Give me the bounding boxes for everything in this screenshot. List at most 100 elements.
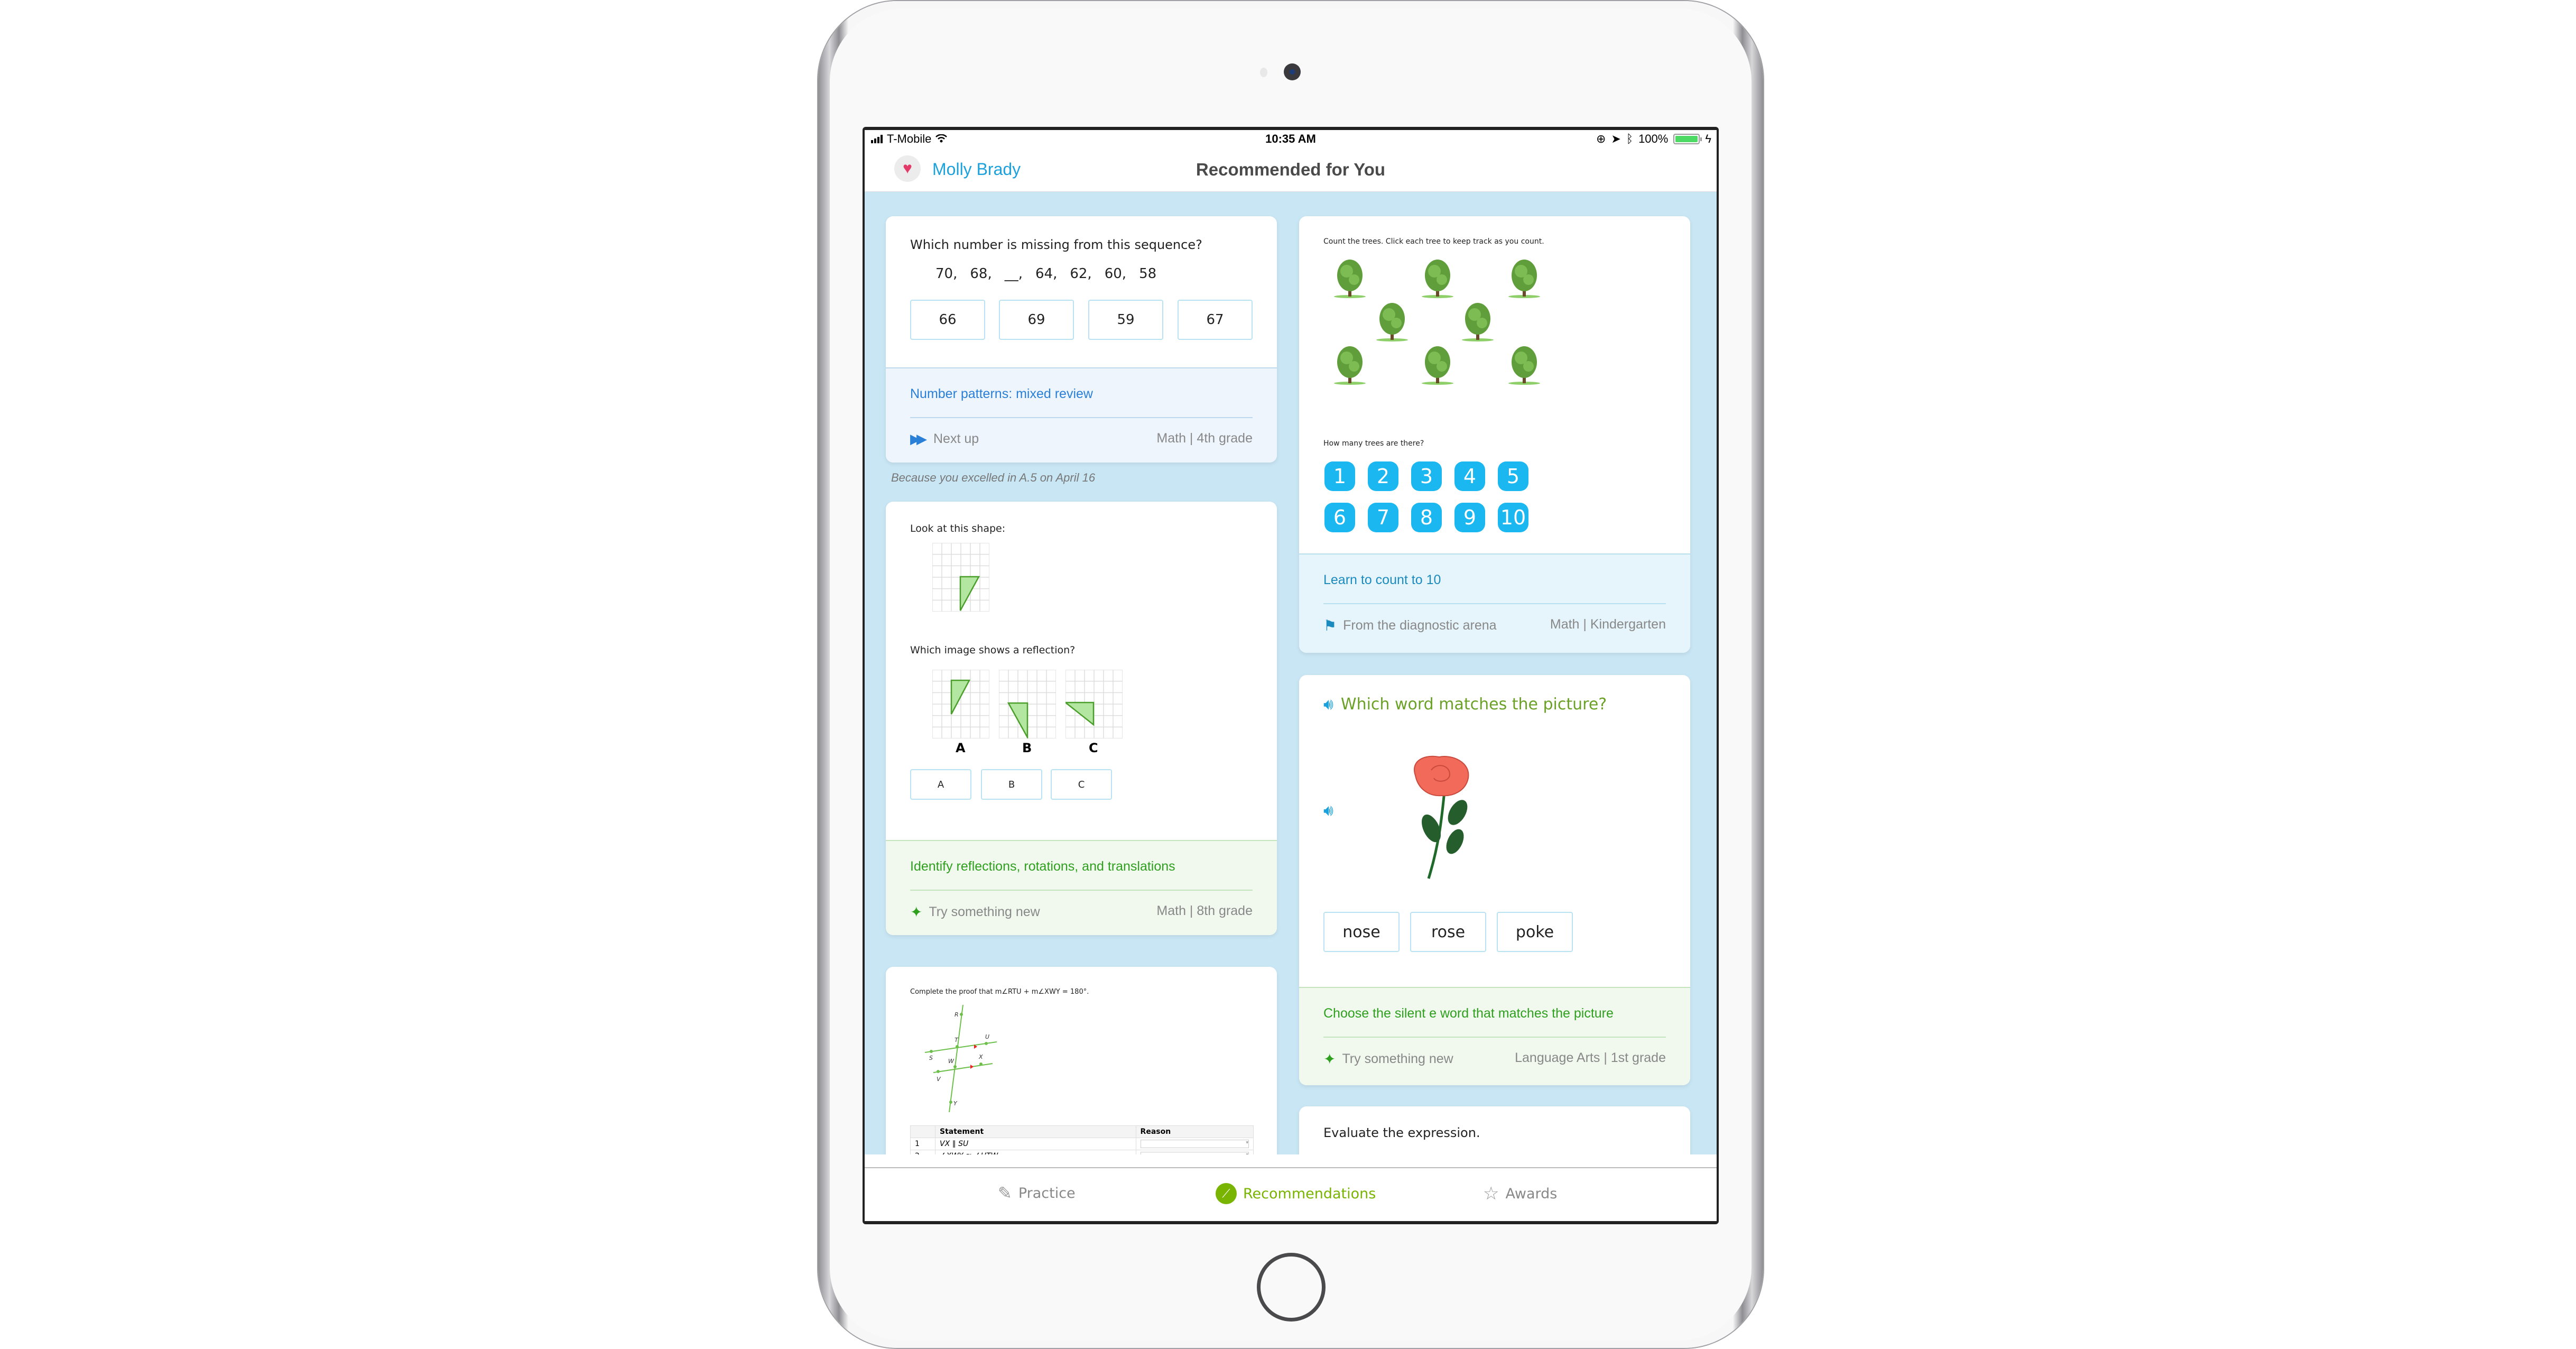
- card-geometry-proof[interactable]: Complete the proof that m∠RTU + m∠XWY = …: [886, 967, 1277, 1154]
- question-text: Which word matches the picture?: [1340, 695, 1607, 714]
- tag-label: Try something new: [929, 904, 1040, 919]
- tree-image[interactable]: [1373, 302, 1411, 342]
- number-button[interactable]: 10: [1498, 503, 1528, 532]
- option-b-grid: [999, 670, 1056, 738]
- answer-choice[interactable]: 59: [1088, 300, 1163, 340]
- navigation-bar: ♥ Molly Brady Recommended for You: [865, 146, 1717, 192]
- row-number: 2: [910, 1150, 935, 1154]
- answer-choice[interactable]: C: [1051, 769, 1112, 800]
- skill-link[interactable]: Learn to count to 10: [1323, 572, 1441, 588]
- rose-image: [1414, 755, 1469, 879]
- reason-dropdown[interactable]: ▾: [1135, 1150, 1254, 1154]
- option-label: A: [956, 741, 966, 755]
- reason-dropdown[interactable]: ▾: [1135, 1138, 1254, 1150]
- point-label: V: [937, 1076, 941, 1083]
- card-reflection[interactable]: Look at this shape: Which image shows a …: [886, 502, 1277, 935]
- number-button[interactable]: 4: [1454, 461, 1485, 491]
- question-text: Complete the proof that m∠RTU + m∠XWY = …: [910, 988, 1089, 996]
- number-button[interactable]: 1: [1324, 461, 1355, 491]
- parallel-lines-diagram: R T U S W X V Y: [924, 1004, 997, 1113]
- tab-bar: ✎ Practice ⟋ Recommendations ☆ Awards: [865, 1167, 1717, 1221]
- answer-choice[interactable]: A: [910, 769, 971, 800]
- subject-grade: Math | 8th grade: [1156, 903, 1253, 918]
- column-header: Statement: [935, 1125, 1136, 1138]
- tree-image[interactable]: [1505, 258, 1543, 299]
- statement-cell: VX ∥ SU: [935, 1138, 1136, 1150]
- answer-choice[interactable]: 66: [910, 300, 985, 340]
- tree-image[interactable]: [1331, 258, 1369, 299]
- divider: [1323, 603, 1666, 604]
- number-button[interactable]: 6: [1324, 503, 1355, 532]
- number-button[interactable]: 3: [1411, 461, 1442, 491]
- statement-cell: ∠XWY ≅ ∠UTW: [935, 1150, 1136, 1154]
- speaker-icon[interactable]: 🔊︎: [1323, 695, 1333, 714]
- skill-link[interactable]: Number patterns: mixed review: [910, 386, 1093, 402]
- card-number-sequence[interactable]: Which number is missing from this sequen…: [886, 216, 1277, 463]
- sequence-item: 62,: [1070, 266, 1092, 282]
- skill-link[interactable]: Choose the silent e word that matches th…: [1323, 1006, 1614, 1021]
- row-number: 1: [910, 1138, 935, 1150]
- number-button[interactable]: 9: [1454, 503, 1485, 532]
- tree-image[interactable]: [1419, 345, 1457, 385]
- tab-label: Practice: [1018, 1185, 1076, 1202]
- number-button[interactable]: 2: [1368, 461, 1398, 491]
- battery-percent: 100%: [1638, 132, 1669, 145]
- fast-forward-icon: ▶▶: [910, 431, 927, 447]
- home-button[interactable]: [1257, 1253, 1326, 1322]
- tag: ✦ Try something new: [1323, 1050, 1453, 1068]
- tag: ✦ Try something new: [910, 903, 1040, 921]
- tree-image[interactable]: [1505, 345, 1543, 385]
- star-icon: ☆: [1483, 1183, 1499, 1204]
- point-label: U: [985, 1033, 989, 1040]
- number-button[interactable]: 8: [1411, 503, 1442, 532]
- sequence-item: 70,: [935, 266, 958, 282]
- answer-choice[interactable]: rose: [1410, 912, 1486, 952]
- tag: ⚑ From the diagnostic arena: [1323, 617, 1497, 634]
- answer-choice[interactable]: 67: [1178, 300, 1253, 340]
- app-screen: T-Mobile 10:35 AM ⊕ ➤ ᛒ 100% ϟ ♥ Molly B…: [863, 127, 1719, 1224]
- skill-link[interactable]: Identify reflections, rotations, and tra…: [910, 859, 1175, 874]
- answer-choice[interactable]: nose: [1323, 912, 1400, 952]
- point-label: R: [955, 1011, 959, 1018]
- orientation-lock-icon: ⊕: [1596, 132, 1606, 145]
- number-button[interactable]: 7: [1368, 503, 1398, 532]
- tab-recommendations[interactable]: ⟋ Recommendations: [1216, 1183, 1376, 1204]
- battery-icon: [1673, 134, 1702, 144]
- card-count-trees[interactable]: Count the trees. Click each tree to keep…: [1299, 216, 1690, 653]
- tab-label: Awards: [1505, 1185, 1558, 1202]
- option-label: C: [1089, 741, 1098, 755]
- tag-label: From the diagnostic arena: [1343, 618, 1497, 633]
- tab-awards[interactable]: ☆ Awards: [1483, 1183, 1557, 1204]
- card-word-picture[interactable]: 🔊︎ Which word matches the picture? 🔊︎ no…: [1299, 675, 1690, 1085]
- answer-choice[interactable]: 69: [999, 300, 1074, 340]
- tab-practice[interactable]: ✎ Practice: [998, 1183, 1076, 1203]
- divider: [910, 417, 1253, 418]
- number-button[interactable]: 5: [1498, 461, 1528, 491]
- card-footer: Choose the silent e word that matches th…: [1299, 987, 1690, 1085]
- instruction-text: Count the trees. Click each tree to keep…: [1323, 237, 1544, 246]
- card-evaluate-expression[interactable]: Evaluate the expression.: [1299, 1106, 1690, 1154]
- sequence-item: 60,: [1104, 266, 1127, 282]
- location-icon: ➤: [1611, 132, 1621, 145]
- option-a-grid: [932, 670, 989, 738]
- number-sequence: 70, 68, __, 64, 62, 60, 58: [935, 266, 1253, 282]
- bluetooth-icon: ᛒ: [1626, 132, 1634, 145]
- original-shape-grid: [932, 543, 989, 612]
- tree-image[interactable]: [1459, 302, 1497, 342]
- subject-grade: Language Arts | 1st grade: [1515, 1050, 1666, 1065]
- question-text: How many trees are there?: [1323, 439, 1424, 448]
- divider: [1323, 1037, 1666, 1038]
- recommendations-feed[interactable]: Which number is missing from this sequen…: [865, 192, 1717, 1154]
- answer-choice[interactable]: B: [981, 769, 1042, 800]
- card-footer: Number patterns: mixed review ▶▶ Next up…: [886, 367, 1277, 463]
- point-label: X: [978, 1054, 983, 1060]
- point-label: S: [929, 1055, 933, 1061]
- sparkle-icon: ✦: [1323, 1051, 1336, 1067]
- card-footer: Learn to count to 10 ⚑ From the diagnost…: [1299, 553, 1690, 653]
- answer-choice[interactable]: poke: [1497, 912, 1573, 952]
- speaker-icon[interactable]: 🔊︎: [1323, 802, 1333, 820]
- tree-image[interactable]: [1419, 258, 1457, 299]
- tree-image[interactable]: [1331, 345, 1369, 385]
- subject-grade: Math | Kindergarten: [1550, 617, 1666, 632]
- column-header: Reason: [1135, 1125, 1254, 1138]
